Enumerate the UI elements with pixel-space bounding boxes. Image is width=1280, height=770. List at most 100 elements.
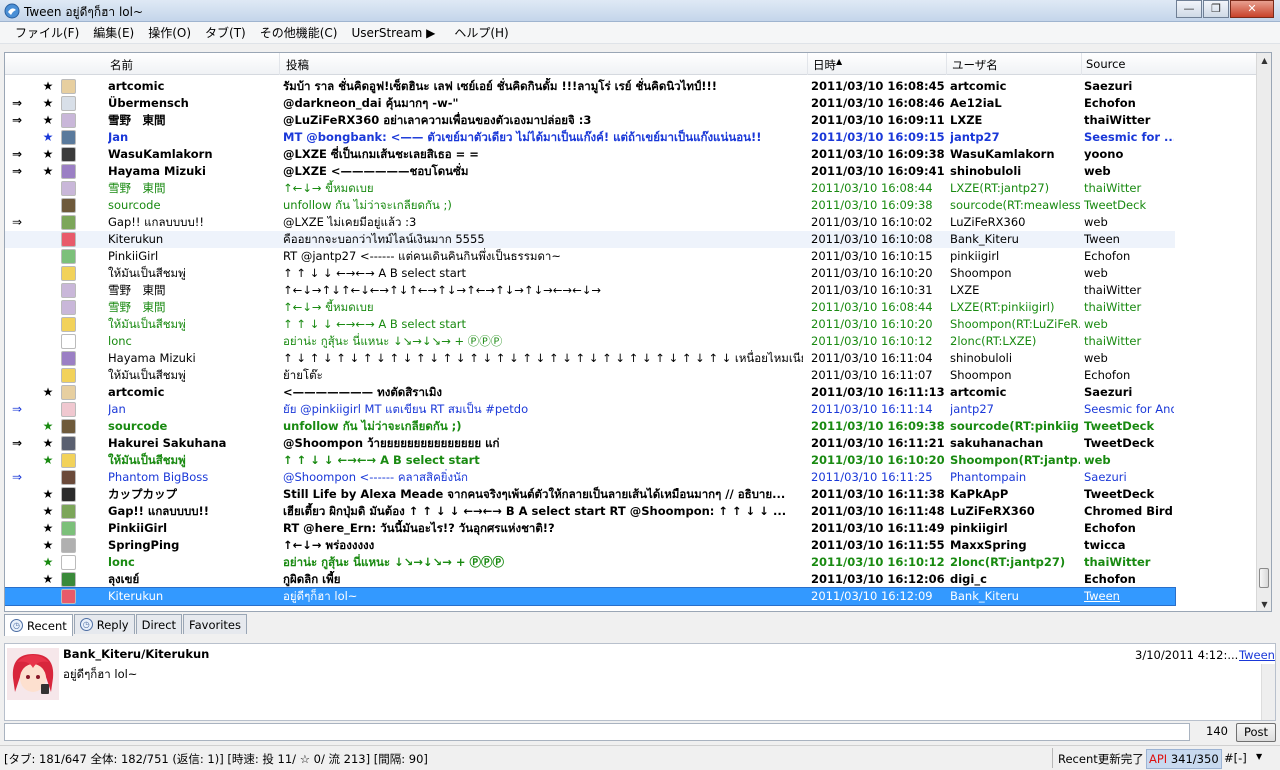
tweet-row[interactable]: ★ artcomic <——————— ทงตัดสิราเมิง 2011/03/1…	[5, 384, 1175, 401]
column-user[interactable]: ユーザ名	[952, 57, 998, 73]
tweet-source[interactable]: Echofon	[1084, 95, 1174, 112]
chevron-down-icon[interactable]: ▼	[1256, 752, 1262, 761]
tab-direct[interactable]: Direct	[135, 614, 183, 634]
tweet-source[interactable]: web	[1084, 214, 1174, 231]
favorite-star-icon[interactable]: ★	[41, 435, 55, 452]
column-text[interactable]: 投稿	[286, 57, 309, 73]
timeline-list[interactable]: 名前 投稿 日時▲ ユーザ名 Source ★ artcomic รัมบ้า รา…	[4, 52, 1272, 612]
tweet-row[interactable]: Kiterukun อยู่ดีๆก็ฮา lol~ 2011/03/10 16:1…	[5, 587, 1176, 606]
menu-edit[interactable]: 編集(E)	[86, 24, 141, 41]
tweet-row[interactable]: ★ Gap!! แกลบบบบ!! เฮียเตี้ยว ผิกปุ่มดิ มัน…	[5, 503, 1175, 520]
favorite-star-icon[interactable]: ★	[41, 78, 55, 95]
tweet-row[interactable]: ให้มันเป็นสีชมพู่ ↑ ↑ ↓ ↓ ←→←→ A B select…	[5, 265, 1175, 282]
favorite-star-icon[interactable]: ★	[41, 95, 55, 112]
tweet-source[interactable]: thaiWitter	[1084, 180, 1174, 197]
avatar[interactable]	[61, 453, 76, 468]
tweet-source[interactable]: TweetDeck	[1084, 486, 1174, 503]
tweet-source[interactable]: Tween	[1084, 588, 1174, 605]
tweet-row[interactable]: ⇒ ★ Hayama Mizuki @LXZE <——————ชอบโดนซั่ม 20…	[5, 163, 1175, 180]
menu-tab[interactable]: タブ(T)	[198, 24, 253, 41]
tweet-row[interactable]: ★ artcomic รัมบ้า ราล ชั่นคิดอูฟ!เซ็ตฮินะ …	[5, 78, 1175, 95]
tweet-source[interactable]: Echofon	[1084, 520, 1174, 537]
tweet-source[interactable]: Chromed Bird	[1084, 503, 1174, 520]
avatar[interactable]	[61, 334, 76, 349]
avatar[interactable]	[61, 385, 76, 400]
favorite-star-icon[interactable]: ★	[41, 384, 55, 401]
detail-source-link[interactable]: Tween	[1239, 648, 1275, 662]
avatar[interactable]	[61, 79, 76, 94]
tweet-source[interactable]: Tween	[1084, 231, 1174, 248]
avatar[interactable]	[61, 266, 76, 281]
avatar[interactable]	[61, 504, 76, 519]
avatar[interactable]	[61, 470, 76, 485]
avatar[interactable]	[61, 215, 76, 230]
tweet-source[interactable]: TweetDeck	[1084, 197, 1174, 214]
tweet-row[interactable]: ⇒ ★ Übermensch @darkneon_dai คุ้นมากๆ -w-" 2…	[5, 95, 1175, 112]
tweet-row[interactable]: ⇒ ★ 雪野 東間 @LuZiFeRX360 อย่าเลาความเพื่อนของ…	[5, 112, 1175, 129]
tweet-row[interactable]: ★ Jan MT @bongbank: <—— ตัวเขย์มาตัวเดียว …	[5, 129, 1175, 146]
tweet-row[interactable]: ★ sourcode unfollow กัน ไม่ว่าจะเกลียดกัน …	[5, 418, 1175, 435]
tab-favorites[interactable]: Favorites	[183, 614, 247, 634]
favorite-star-icon[interactable]: ★	[41, 537, 55, 554]
tweet-row[interactable]: ⇒ Phantom BigBoss @Shoompon <------ คลาสสิ…	[5, 469, 1175, 486]
detail-scrollbar[interactable]	[1261, 664, 1275, 720]
tweet-source[interactable]: TweetDeck	[1084, 435, 1174, 452]
minimize-button[interactable]: —	[1176, 0, 1202, 18]
tweet-source[interactable]: web	[1084, 316, 1174, 333]
menu-userstream[interactable]: UserStream ▶	[345, 26, 448, 40]
user-avatar[interactable]	[7, 648, 59, 700]
tweet-source[interactable]: thaiWitter	[1084, 112, 1174, 129]
avatar[interactable]	[61, 402, 76, 417]
menu-help[interactable]: ヘルプ(H)	[447, 24, 515, 41]
menu-other[interactable]: その他機能(C)	[253, 24, 345, 41]
tweet-source[interactable]: Seesmic for ...	[1084, 129, 1174, 146]
tweet-row[interactable]: ★ SpringPing ↑←↓→ พร่องงงงง 2011/03/10 16:1…	[5, 537, 1175, 554]
tweet-source[interactable]: TweetDeck	[1084, 418, 1174, 435]
tweet-source[interactable]: Echofon	[1084, 367, 1174, 384]
favorite-star-icon[interactable]: ★	[41, 503, 55, 520]
tweet-row[interactable]: ⇒ ★ Hakurei Sakuhana @Shoompon ว้ายยยยยยยยย…	[5, 435, 1175, 452]
tweet-row[interactable]: Kiterukun คืออยากจะบอกว่าไทม์ไลน์เงินมาก …	[5, 231, 1175, 248]
avatar[interactable]	[61, 572, 76, 587]
menu-file[interactable]: ファイル(F)	[8, 24, 86, 41]
favorite-star-icon[interactable]: ★	[41, 163, 55, 180]
column-name[interactable]: 名前	[110, 57, 133, 73]
favorite-star-icon[interactable]: ★	[41, 129, 55, 146]
favorite-star-icon[interactable]: ★	[41, 486, 55, 503]
avatar[interactable]	[61, 521, 76, 536]
tweet-row[interactable]: 雪野 東間 ↑←↓→↑↓↑←↓←→↑↓↑←→↑↓→↑←→↑↓→↑↓→←→←↓→ 20…	[5, 282, 1175, 299]
favorite-star-icon[interactable]: ★	[41, 520, 55, 537]
favorite-star-icon[interactable]: ★	[41, 112, 55, 129]
tweet-row[interactable]: 雪野 東間 ↑←↓→ ขี้หมดเบย 2011/03/10 16:08:44 LX…	[5, 180, 1175, 197]
avatar[interactable]	[61, 130, 76, 145]
tweet-row[interactable]: lonc อย่าน่ะ กูสุ้นะ นี่แหนะ ↓↘→↓↘→ + ⓅⓅⓅ…	[5, 333, 1175, 350]
tab-recent[interactable]: ◷ Recent	[4, 614, 73, 636]
favorite-star-icon[interactable]: ★	[41, 571, 55, 588]
avatar[interactable]	[61, 300, 76, 315]
close-button[interactable]: ✕	[1230, 0, 1274, 18]
tweet-source[interactable]: thaiWitter	[1084, 282, 1174, 299]
avatar[interactable]	[61, 181, 76, 196]
favorite-star-icon[interactable]: ★	[41, 418, 55, 435]
tweet-source[interactable]: web	[1084, 163, 1174, 180]
avatar[interactable]	[61, 589, 76, 604]
tweet-source[interactable]: thaiWitter	[1084, 333, 1174, 350]
tweet-row[interactable]: sourcode unfollow กัน ไม่ว่าจะเกลียดกัน ;…	[5, 197, 1175, 214]
tweet-source[interactable]: Saezuri	[1084, 78, 1174, 95]
avatar[interactable]	[61, 419, 76, 434]
tweet-source[interactable]: web	[1084, 452, 1174, 469]
tweet-row[interactable]: ให้มันเป็นสีชมพู่ ↑ ↑ ↓ ↓ ←→←→ A B select…	[5, 316, 1175, 333]
scroll-down-icon[interactable]: ▼	[1257, 597, 1271, 611]
tweet-row[interactable]: 雪野 東間 ↑←↓→ ขี้หมดเบย 2011/03/10 16:08:44 LX…	[5, 299, 1175, 316]
avatar[interactable]	[61, 555, 76, 570]
hashtag-status[interactable]: #[-]	[1224, 751, 1247, 765]
avatar[interactable]	[61, 198, 76, 213]
tweet-source[interactable]: web	[1084, 350, 1174, 367]
scroll-up-icon[interactable]: ▲	[1257, 53, 1271, 69]
tweet-row[interactable]: ⇒ Jan ยัย @pinkiigirl MT แตเขียน RT สมเป็น…	[5, 401, 1175, 418]
column-date[interactable]: 日時▲	[813, 57, 842, 73]
column-source[interactable]: Source	[1086, 57, 1126, 71]
tweet-source[interactable]: yoono	[1084, 146, 1174, 163]
favorite-star-icon[interactable]: ★	[41, 452, 55, 469]
timeline-scrollbar[interactable]: ▲ ▼	[1256, 53, 1271, 611]
